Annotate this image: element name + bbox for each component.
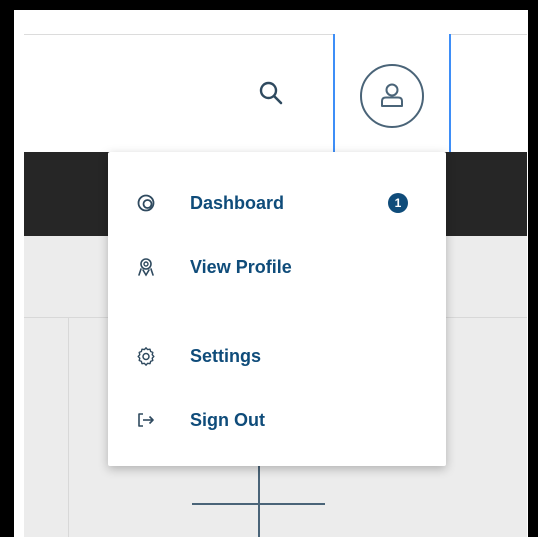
menu-item-label: Sign Out xyxy=(190,409,265,430)
crosshair-vertical xyxy=(258,466,260,537)
menu-item-settings[interactable]: Settings xyxy=(108,334,446,378)
menu-item-view-profile[interactable]: View Profile xyxy=(108,245,446,289)
user-avatar-icon xyxy=(381,83,403,107)
header-divider xyxy=(24,34,527,35)
sign-out-icon xyxy=(136,410,156,430)
menu-item-label: Settings xyxy=(190,345,262,366)
menu-item-dashboard[interactable]: Dashboard 1 xyxy=(108,181,446,225)
dashboard-icon xyxy=(136,193,156,213)
gear-icon xyxy=(136,346,156,366)
search-button[interactable] xyxy=(248,70,294,116)
search-icon xyxy=(259,81,283,105)
menu-item-label: Dashboard xyxy=(190,192,285,213)
profile-icon xyxy=(136,257,156,277)
content-divider-vertical xyxy=(68,318,69,537)
frame-inner-rule xyxy=(10,10,14,537)
notification-badge: 1 xyxy=(388,193,408,213)
menu-item-label: View Profile xyxy=(190,256,292,277)
menu-item-sign-out[interactable]: Sign Out xyxy=(108,398,446,442)
user-dropdown-menu: Dashboard 1 View Profile Settings Sign O… xyxy=(108,152,446,466)
avatar-button[interactable] xyxy=(360,64,424,128)
